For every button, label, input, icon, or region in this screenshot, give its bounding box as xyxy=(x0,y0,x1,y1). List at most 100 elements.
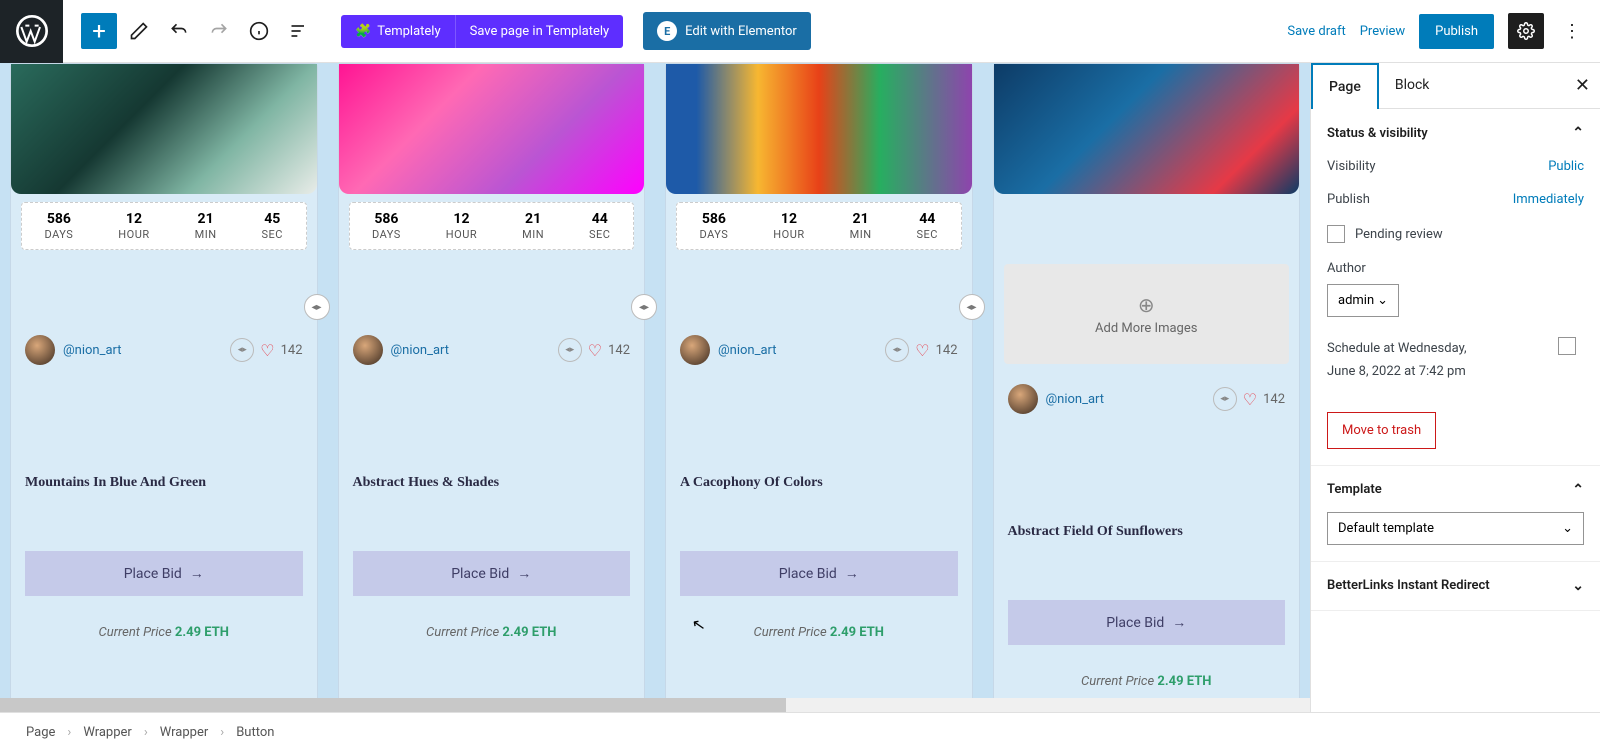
price-row: Current Price 2.49 ETH xyxy=(666,624,972,640)
author-handle[interactable]: @nion_art xyxy=(391,343,450,358)
nft-image xyxy=(11,64,317,194)
author-handle[interactable]: @nion_art xyxy=(718,343,777,358)
nft-card[interactable]: ⊕Add More Images @nion_art ◂▸ ♡ 142 Abst… xyxy=(993,63,1301,712)
nft-image xyxy=(339,64,645,194)
checkbox-icon[interactable] xyxy=(1558,337,1576,355)
expand-icon[interactable]: ◂▸ xyxy=(1213,387,1237,411)
countdown-timer: 586DAYS 12HOUR 21MIN 44SEC xyxy=(349,202,635,250)
author-label: Author xyxy=(1327,261,1584,276)
nft-image xyxy=(994,64,1300,194)
pending-review-checkbox[interactable]: Pending review xyxy=(1327,225,1584,243)
place-bid-button[interactable]: Place Bid→ xyxy=(25,551,303,596)
info-button[interactable] xyxy=(241,13,277,49)
breadcrumb-item[interactable]: Wrapper xyxy=(160,725,209,740)
nft-card[interactable]: 586DAYS 12HOUR 21MIN 45SEC ◂▸ @nion_art … xyxy=(10,63,318,712)
countdown-timer: 586DAYS 12HOUR 21MIN 44SEC xyxy=(676,202,962,250)
chevron-down-icon: ⌄ xyxy=(1572,578,1584,594)
like-count: 142 xyxy=(281,343,303,358)
place-bid-button[interactable]: Place Bid→ xyxy=(680,551,958,596)
heart-icon[interactable]: ♡ xyxy=(260,341,274,360)
breadcrumb-item[interactable]: Button xyxy=(236,725,274,740)
arrow-right-icon: → xyxy=(845,565,859,582)
visibility-row: VisibilityPublic xyxy=(1327,159,1584,174)
publish-value[interactable]: Immediately xyxy=(1513,192,1584,207)
move-to-trash-button[interactable]: Move to trash xyxy=(1327,412,1436,449)
undo-button[interactable] xyxy=(161,13,197,49)
nft-card[interactable]: 586DAYS 12HOUR 21MIN 44SEC ◂▸ @nion_art … xyxy=(665,63,973,712)
expand-icon[interactable]: ◂▸ xyxy=(558,338,582,362)
avatar xyxy=(1008,384,1038,414)
visibility-value[interactable]: Public xyxy=(1548,159,1584,174)
heart-icon[interactable]: ♡ xyxy=(915,341,929,360)
settings-button[interactable] xyxy=(1508,13,1544,49)
scrollbar-thumb[interactable] xyxy=(0,698,786,712)
expand-icon[interactable]: ◂▸ xyxy=(885,338,909,362)
like-count: 142 xyxy=(936,343,958,358)
settings-sidebar: Page Block ✕ Status & visibility⌃ Visibi… xyxy=(1310,63,1600,712)
column-resize-handle[interactable]: ◂▸ xyxy=(304,294,330,320)
avatar xyxy=(25,335,55,365)
top-toolbar: + 🧩Templately Save page in Templately EE… xyxy=(0,0,1600,63)
close-sidebar-button[interactable]: ✕ xyxy=(1575,75,1590,96)
avatar xyxy=(680,335,710,365)
arrow-right-icon: → xyxy=(1172,614,1186,631)
more-menu-button[interactable]: ⋮ xyxy=(1558,13,1586,49)
save-draft-button[interactable]: Save draft xyxy=(1287,24,1345,39)
save-templately-button[interactable]: Save page in Templately xyxy=(455,15,624,48)
edit-icon[interactable] xyxy=(121,13,157,49)
wordpress-logo[interactable] xyxy=(0,0,63,63)
column-resize-handle[interactable]: ◂▸ xyxy=(631,294,657,320)
edit-elementor-button[interactable]: EEdit with Elementor xyxy=(643,12,811,50)
redo-button[interactable] xyxy=(201,13,237,49)
add-block-button[interactable]: + xyxy=(81,13,117,49)
horizontal-scrollbar[interactable] xyxy=(0,698,1310,712)
tab-page[interactable]: Page xyxy=(1311,63,1379,109)
like-count: 142 xyxy=(608,343,630,358)
author-row: @nion_art ◂▸ ♡ 142 xyxy=(339,335,645,365)
templately-button[interactable]: 🧩Templately xyxy=(341,15,455,48)
template-panel: Template⌃ Default template⌄ xyxy=(1311,466,1600,562)
checkbox-icon xyxy=(1327,225,1345,243)
place-bid-button[interactable]: Place Bid→ xyxy=(353,551,631,596)
author-handle[interactable]: @nion_art xyxy=(1046,392,1105,407)
sidebar-tabs: Page Block ✕ xyxy=(1311,63,1600,109)
price-row: Current Price 2.49 ETH xyxy=(11,624,317,640)
outline-button[interactable] xyxy=(281,13,317,49)
template-select[interactable]: Default template⌄ xyxy=(1327,512,1584,545)
price-row: Current Price 2.49 ETH xyxy=(994,673,1300,689)
heart-icon[interactable]: ♡ xyxy=(1243,390,1257,409)
author-row: @nion_art ◂▸ ♡ 142 xyxy=(994,384,1300,414)
author-handle[interactable]: @nion_art xyxy=(63,343,122,358)
nft-card[interactable]: 586DAYS 12HOUR 21MIN 44SEC ◂▸ @nion_art … xyxy=(338,63,646,712)
editor-canvas[interactable]: 586DAYS 12HOUR 21MIN 45SEC ◂▸ @nion_art … xyxy=(0,63,1310,712)
nft-image xyxy=(666,64,972,194)
author-select[interactable]: admin⌄ xyxy=(1327,284,1399,317)
nft-title: Abstract Field Of Sunflowers xyxy=(994,524,1300,540)
publish-button[interactable]: Publish xyxy=(1419,14,1494,49)
main-area: 586DAYS 12HOUR 21MIN 45SEC ◂▸ @nion_art … xyxy=(0,63,1600,712)
breadcrumb-item[interactable]: Wrapper xyxy=(83,725,132,740)
status-visibility-panel: Status & visibility⌃ VisibilityPublic Pu… xyxy=(1311,109,1600,466)
panel-heading[interactable]: Status & visibility⌃ xyxy=(1327,125,1584,141)
schedule-row: Schedule at Wednesday, June 8, 2022 at 7… xyxy=(1327,337,1584,384)
panel-heading[interactable]: BetterLinks Instant Redirect⌄ xyxy=(1327,578,1584,594)
breadcrumb: Page› Wrapper› Wrapper› Button xyxy=(0,712,1600,752)
nft-title: Mountains In Blue And Green xyxy=(11,475,317,491)
toolbar-left-group: + xyxy=(63,13,317,49)
add-more-images[interactable]: ⊕Add More Images xyxy=(1004,264,1290,364)
author-row: @nion_art ◂▸ ♡ 142 xyxy=(11,335,317,365)
chevron-up-icon: ⌃ xyxy=(1572,125,1584,141)
expand-icon[interactable]: ◂▸ xyxy=(230,338,254,362)
panel-heading[interactable]: Template⌃ xyxy=(1327,482,1584,498)
wordpress-icon xyxy=(16,15,48,47)
tab-block[interactable]: Block xyxy=(1379,63,1446,108)
countdown-timer: 586DAYS 12HOUR 21MIN 45SEC xyxy=(21,202,307,250)
nft-title: A Cacophony Of Colors xyxy=(666,475,972,491)
heart-icon[interactable]: ♡ xyxy=(588,341,602,360)
nft-title: Abstract Hues & Shades xyxy=(339,475,645,491)
column-resize-handle[interactable]: ◂▸ xyxy=(959,294,985,320)
breadcrumb-item[interactable]: Page xyxy=(26,725,55,740)
place-bid-button[interactable]: Place Bid→ xyxy=(1008,600,1286,645)
canvas-row: 586DAYS 12HOUR 21MIN 45SEC ◂▸ @nion_art … xyxy=(10,63,1300,712)
preview-button[interactable]: Preview xyxy=(1360,24,1405,39)
